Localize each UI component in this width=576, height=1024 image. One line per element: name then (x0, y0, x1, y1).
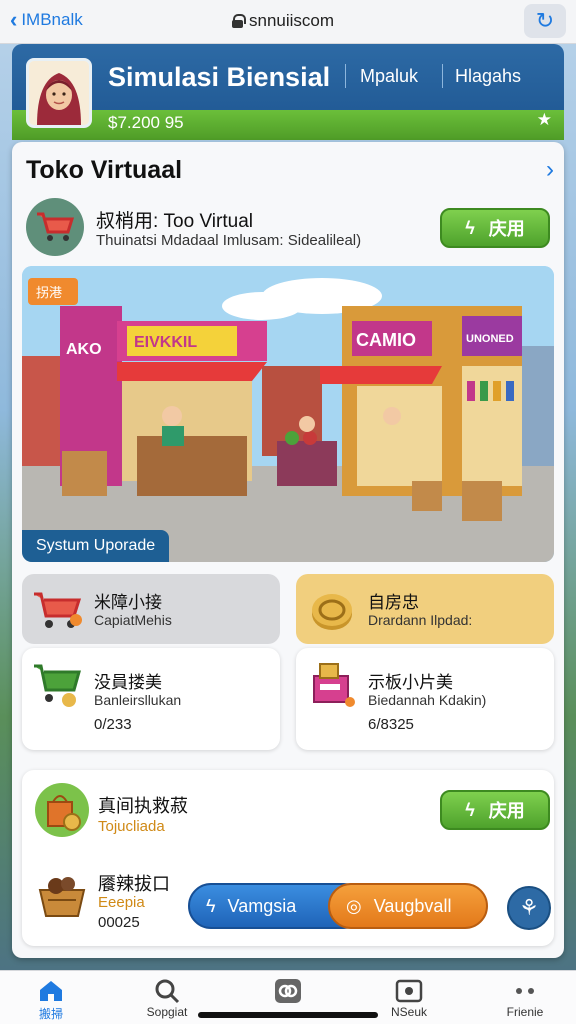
coin-stack-icon (312, 594, 352, 630)
tile-value: 6/8325 (368, 716, 414, 733)
nav-more[interactable]: Frienie (480, 977, 570, 1019)
cart-icon (26, 198, 84, 256)
more-icon (480, 977, 570, 1005)
scene-badge: 拐港 (28, 278, 79, 305)
bolt-icon: ϟ (206, 895, 216, 916)
store-button-label: 庆用 (488, 219, 525, 239)
cart-icon (34, 592, 82, 628)
url-text: snnuiiscom (249, 11, 335, 30)
card-item-title: 餍辣拔口 (98, 874, 170, 894)
store-subtitle: Thuinatsi Mdadaal Imlusam: Sidealileal) (96, 232, 362, 249)
pill-label: Vaugbvall (373, 895, 452, 916)
back-label: IMBnalk (21, 10, 83, 29)
tile-title: 米障小接 (94, 593, 162, 612)
tile-inventory[interactable]: 示板小片美 Biedannah Kdakin) 6/8325 (296, 648, 554, 750)
divider (345, 64, 346, 88)
tile-subtitle: CapiatMehis (94, 612, 172, 628)
market-stalls-image: AKO EIVKKIL CAMIO UNONED (22, 266, 554, 562)
app-header: Simulasi Biensial Mpaluk Hlagahs $7.200 … (12, 44, 564, 140)
tile-title: 自房忠 (368, 593, 419, 612)
stall-sign-right-2: UNONED (466, 333, 514, 345)
card-item-title: 真间执救菽 (98, 796, 188, 816)
bolt-icon: ϟ (465, 217, 475, 238)
reload-button[interactable]: ↻ (524, 4, 566, 38)
browser-toolbar: ‹ IMBnalk snnuiiscom ↻ (0, 0, 576, 44)
divider (442, 64, 443, 88)
balance-value: $7.200 95 (108, 113, 184, 132)
star-icon[interactable]: ★ (537, 110, 552, 130)
back-button[interactable]: ‹ IMBnalk (10, 7, 83, 32)
search-icon (122, 977, 212, 1005)
tile-value: 0/233 (94, 716, 132, 733)
tile-title: 示板小片美 (368, 673, 453, 692)
fab-button[interactable]: ⚘ (507, 886, 551, 930)
nav-link[interactable] (243, 977, 333, 1005)
tile-subtitle: Banleirsllukan (94, 692, 182, 708)
card-item-subtitle: Eeepia (98, 894, 145, 911)
balance-strip (12, 110, 564, 140)
tile-capital[interactable]: 米障小接 CapiatMehis (22, 574, 280, 644)
card-button-label: 庆用 (488, 801, 525, 821)
tree-icon: ⚘ (519, 895, 539, 920)
pill-label: Vamgsia (227, 895, 297, 916)
tile-subtitle: Drardann Ilpdad: (368, 612, 473, 628)
tab-mpaluk[interactable]: Mpaluk (360, 66, 418, 87)
lock-icon (232, 14, 246, 28)
nav-label: 搬掃 (38, 1007, 63, 1021)
main-card: Toko Virtuaal › 叔梢用: Too Virtual Thuinat… (12, 142, 564, 958)
tile-subtitle: Biedannah Kdakin) (368, 692, 487, 708)
chevron-right-icon[interactable]: › (546, 156, 554, 184)
cash-register-icon (313, 663, 355, 707)
home-indicator (198, 1012, 378, 1018)
card-item-subtitle: Tojucliada (98, 818, 165, 835)
tab-hlagahs[interactable]: Hlagahs (455, 66, 521, 87)
link-icon (243, 977, 333, 1005)
nav-home[interactable]: 搬掃 (6, 977, 96, 1022)
stall-sign-right: CAMIO (356, 330, 416, 350)
chevron-left-icon: ‹ (10, 7, 18, 32)
tile-upgrade[interactable]: 自房忠 Drardann Ilpdad: (296, 574, 554, 644)
reload-icon: ↻ (535, 8, 555, 33)
nav-label: Frienie (506, 1005, 544, 1019)
shopping-bag-icon (34, 782, 90, 838)
swirl-icon: ◎ (346, 895, 362, 916)
home-icon (6, 977, 96, 1005)
store-use-button[interactable]: ϟ 庆用 (440, 208, 550, 248)
nav-label: NSeuk (390, 1005, 428, 1019)
avatar-image (29, 61, 89, 125)
tile-sales[interactable]: 没員搂美 Banleirsllukan 0/233 (22, 648, 280, 750)
avatar[interactable] (26, 58, 92, 128)
store-row: 叔梢用: Too Virtual Thuinatsi Mdadaal Imlus… (26, 196, 552, 258)
section-title: Toko Virtuaal (26, 156, 183, 184)
bolt-icon: ϟ (465, 799, 475, 820)
scene-caption[interactable]: Systum Uporade (22, 530, 170, 562)
vaugbvall-button[interactable]: ◎ Vaugbvall (328, 883, 488, 929)
tile-title: 没員搂美 (94, 673, 162, 692)
stall-sign-left-2: EIVKKIL (134, 334, 197, 351)
card-use-button[interactable]: ϟ 庆用 (440, 790, 550, 830)
store-scene-illustration: AKO EIVKKIL CAMIO UNONED 拐港 Systum Upora… (22, 266, 554, 562)
wallet-icon (364, 977, 454, 1005)
store-name: 叔梢用: Too Virtual (96, 211, 253, 232)
app-title: Simulasi Biensial (108, 62, 331, 92)
shopping-cart-green-icon (34, 664, 81, 707)
address-bar[interactable]: snnuiiscom (232, 11, 334, 31)
stall-sign-left: AKO (66, 341, 102, 358)
card-item-value: 00025 (98, 914, 140, 931)
basket-icon (34, 866, 90, 922)
